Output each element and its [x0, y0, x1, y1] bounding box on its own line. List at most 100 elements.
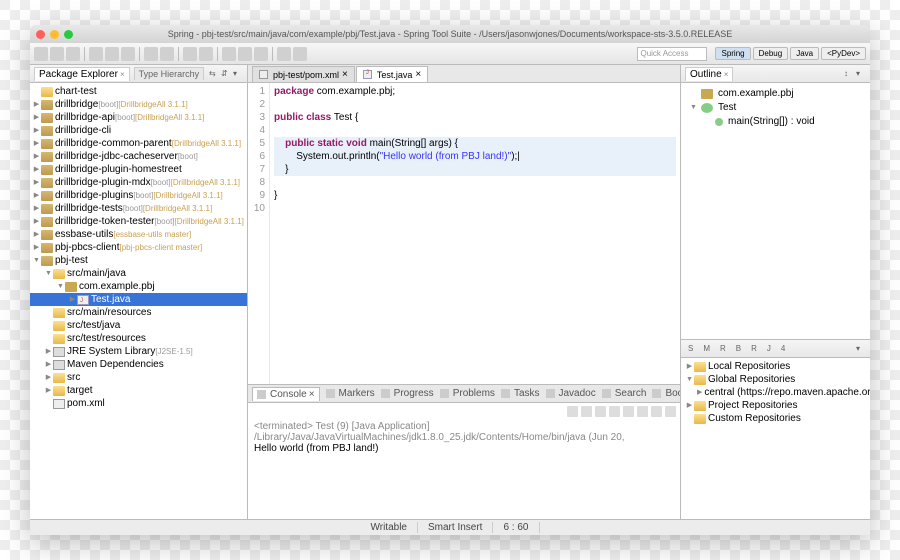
maven-tab[interactable]: M — [700, 344, 713, 353]
repo-item[interactable]: ▼Global Repositories — [683, 373, 868, 386]
tree-item[interactable]: src/main/resources — [30, 306, 247, 319]
console-output[interactable]: <terminated> Test (9) [Java Application]… — [248, 419, 680, 519]
tree-item[interactable]: src/test/resources — [30, 332, 247, 345]
tree-item[interactable]: ▶drillbridge-token-tester [boot] [Drillb… — [30, 215, 247, 228]
filter-icon[interactable]: ▾ — [856, 69, 866, 79]
tree-item[interactable]: ▶essbase-utils [essbase-utils master] — [30, 228, 247, 241]
perspective-debug[interactable]: Debug — [753, 47, 789, 60]
main-toolbar: Quick Access SpringDebugJava<PyDev> — [30, 43, 870, 65]
perspective-java[interactable]: Java — [790, 47, 819, 60]
menu-icon[interactable]: ▾ — [233, 69, 243, 79]
tree-item[interactable]: ▼com.example.pbj — [30, 280, 247, 293]
tab-markers[interactable]: Markers — [326, 388, 375, 399]
tab-search[interactable]: Search — [602, 388, 647, 399]
tab-package-explorer[interactable]: Package Explorer × — [34, 67, 130, 81]
maven-tab[interactable]: 4 — [778, 344, 788, 353]
code-editor[interactable]: 12345678910 package com.example.pbj; pub… — [248, 83, 680, 384]
outline-item[interactable]: ▼Test — [685, 101, 866, 115]
minimize-icon[interactable] — [50, 30, 59, 39]
scroll-lock-icon[interactable] — [623, 406, 634, 417]
tree-item[interactable]: ▶drillbridge [boot] [DrillbridgeAll 3.1.… — [30, 98, 247, 111]
repo-item[interactable]: Custom Repositories — [683, 412, 868, 425]
outline-item[interactable]: main(String[]) : void — [685, 115, 866, 129]
back-button[interactable] — [277, 47, 291, 61]
tree-item[interactable]: pom.xml — [30, 397, 247, 410]
tree-item[interactable]: chart-test — [30, 85, 247, 98]
tree-item[interactable]: ▶drillbridge-cli — [30, 124, 247, 137]
tree-item[interactable]: ▶Maven Dependencies — [30, 358, 247, 371]
tab-console[interactable]: Console × — [252, 387, 320, 401]
debug-button[interactable] — [89, 47, 103, 61]
remove-all-icon[interactable] — [595, 406, 606, 417]
run-button[interactable] — [105, 47, 119, 61]
code-area[interactable]: package com.example.pbj; public class Te… — [270, 83, 680, 384]
open-type-button[interactable] — [183, 47, 197, 61]
maven-tab[interactable]: B — [733, 344, 744, 353]
run-last-button[interactable] — [121, 47, 135, 61]
outline-tree[interactable]: com.example.pbj▼Testmain(String[]) : voi… — [681, 83, 870, 339]
maven-tab[interactable]: R — [717, 344, 729, 353]
tab-type-hierarchy[interactable]: Type Hierarchy — [134, 67, 205, 80]
tree-item[interactable]: ▶drillbridge-plugins [boot] [Drillbridge… — [30, 189, 247, 202]
zoom-icon[interactable] — [64, 30, 73, 39]
outline-item[interactable]: com.example.pbj — [685, 87, 866, 101]
sort-icon[interactable]: ↕ — [844, 69, 854, 79]
link-icon[interactable]: ⇵ — [221, 69, 231, 79]
repo-item[interactable]: ▶central (https://repo.maven.apache.org/… — [683, 386, 868, 399]
new-button[interactable] — [34, 47, 48, 61]
maven-tab[interactable]: S — [685, 344, 696, 353]
tree-item[interactable]: ▶pbj-pbcs-client [pbj-pbcs-client master… — [30, 241, 247, 254]
save-all-button[interactable] — [66, 47, 80, 61]
tree-item[interactable]: ▶drillbridge-common-parent [DrillbridgeA… — [30, 137, 247, 150]
tree-item[interactable]: ▼src/main/java — [30, 267, 247, 280]
collapse-icon[interactable]: ⇆ — [209, 69, 219, 79]
console-header: <terminated> Test (9) [Java Application]… — [254, 421, 674, 443]
tab-javadoc[interactable]: Javadoc — [546, 388, 596, 399]
save-button[interactable] — [50, 47, 64, 61]
close-icon[interactable]: × — [342, 69, 348, 80]
tree-item[interactable]: ▶JRE System Library [J2SE-1.5] — [30, 345, 247, 358]
tree-item[interactable]: ▶drillbridge-tests [boot] [DrillbridgeAl… — [30, 202, 247, 215]
tree-item[interactable]: ▶drillbridge-jdbc-cacheserver [boot] — [30, 150, 247, 163]
editor-tab[interactable]: Test.java × — [356, 66, 428, 82]
next-annotation-button[interactable] — [238, 47, 252, 61]
repo-item[interactable]: ▶Project Repositories — [683, 399, 868, 412]
open-console-icon[interactable] — [665, 406, 676, 417]
repo-item[interactable]: ▶Local Repositories — [683, 360, 868, 373]
new-package-button[interactable] — [144, 47, 158, 61]
tab-outline[interactable]: Outline × — [685, 67, 733, 81]
package-explorer-tree[interactable]: chart-test▶drillbridge [boot] [Drillbrid… — [30, 83, 247, 519]
perspective-spring[interactable]: Spring — [715, 47, 750, 60]
editor-tab[interactable]: pbj-test/pom.xml × — [252, 66, 355, 82]
prev-annotation-button[interactable] — [254, 47, 268, 61]
new-class-button[interactable] — [160, 47, 174, 61]
maven-repositories-tree[interactable]: ▶Local Repositories▼Global Repositories▶… — [681, 358, 870, 519]
tab-progress[interactable]: Progress — [381, 388, 434, 399]
tab-tasks[interactable]: Tasks — [501, 388, 540, 399]
tree-item[interactable]: ▶target — [30, 384, 247, 397]
tree-item[interactable]: src/test/java — [30, 319, 247, 332]
search-button[interactable] — [199, 47, 213, 61]
close-icon[interactable]: × — [724, 70, 729, 79]
tree-item[interactable]: ▶drillbridge-api [boot] [DrillbridgeAll … — [30, 111, 247, 124]
toggle-mark-button[interactable] — [222, 47, 236, 61]
perspective-pydev[interactable]: <PyDev> — [821, 47, 866, 60]
close-icon[interactable]: × — [415, 69, 421, 80]
close-icon[interactable] — [36, 30, 45, 39]
quick-access-input[interactable]: Quick Access — [637, 47, 707, 61]
tree-item[interactable]: ▶Test.java — [30, 293, 247, 306]
close-icon[interactable]: × — [120, 70, 125, 79]
tree-item[interactable]: ▼pbj-test — [30, 254, 247, 267]
terminate-icon[interactable] — [567, 406, 578, 417]
display-console-icon[interactable] — [651, 406, 662, 417]
forward-button[interactable] — [293, 47, 307, 61]
pin-console-icon[interactable] — [637, 406, 648, 417]
clear-console-icon[interactable] — [609, 406, 620, 417]
tree-item[interactable]: ▶drillbridge-plugin-mdx [boot] [Drillbri… — [30, 176, 247, 189]
maven-tab[interactable]: J — [764, 344, 774, 353]
tree-item[interactable]: ▶drillbridge-plugin-homestreet — [30, 163, 247, 176]
tree-item[interactable]: ▶src — [30, 371, 247, 384]
tab-problems[interactable]: Problems — [440, 388, 495, 399]
maven-tab[interactable]: R — [748, 344, 760, 353]
remove-launch-icon[interactable] — [581, 406, 592, 417]
